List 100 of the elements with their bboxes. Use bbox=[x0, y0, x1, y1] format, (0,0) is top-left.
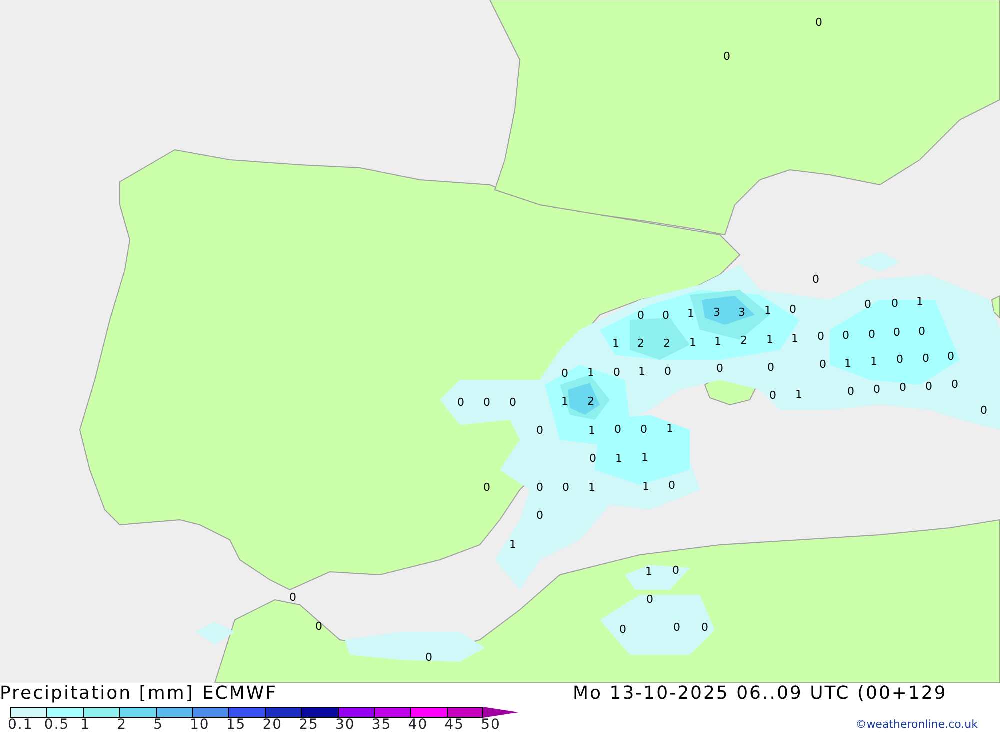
value-label: 0 bbox=[316, 620, 322, 633]
scale-label: 1 bbox=[80, 718, 92, 733]
land-area bbox=[991, 295, 1000, 320]
value-label: 1 bbox=[588, 366, 594, 379]
scale-label: 15 bbox=[226, 718, 248, 733]
value-label: 1 bbox=[616, 452, 622, 465]
value-label: 0 bbox=[426, 651, 432, 664]
value-label: 0 bbox=[458, 396, 464, 409]
value-label: 2 bbox=[588, 395, 594, 408]
copyright-link[interactable]: ©weatheronline.co.uk bbox=[856, 716, 978, 733]
value-label: 0 bbox=[842, 329, 850, 342]
value-label: 1 bbox=[562, 395, 568, 408]
scale-label: 50 bbox=[481, 718, 502, 733]
forecast-time: Mo 13-10-2025 06..09 UTC (00+129 bbox=[573, 683, 948, 705]
value-label: 0 bbox=[864, 298, 872, 311]
value-label: 0 bbox=[614, 423, 622, 436]
value-label: 0 bbox=[948, 350, 954, 363]
value-label: 0 bbox=[790, 303, 796, 316]
value-label: 0 bbox=[812, 273, 820, 286]
value-label: 0 bbox=[662, 309, 670, 322]
value-label: 0 bbox=[980, 404, 988, 417]
value-label: 1 bbox=[510, 538, 516, 551]
value-label: 0 bbox=[562, 481, 570, 494]
value-label: 2 bbox=[664, 337, 670, 350]
scale-label: 25 bbox=[299, 718, 320, 733]
value-label: 0 bbox=[590, 452, 596, 465]
value-label: 1 bbox=[690, 336, 696, 349]
scale-label: 20 bbox=[262, 718, 284, 733]
value-label: 1 bbox=[764, 304, 772, 317]
precipitation-area bbox=[630, 318, 690, 360]
value-label: 1 bbox=[666, 422, 674, 435]
value-label: 0 bbox=[892, 297, 898, 310]
scale-label: 5 bbox=[154, 718, 164, 733]
value-label: 1 bbox=[796, 388, 802, 401]
value-label: 0 bbox=[646, 593, 654, 606]
value-label: 0 bbox=[702, 621, 708, 634]
value-label: 0 bbox=[922, 352, 930, 365]
value-label: 0 bbox=[770, 389, 776, 402]
scale-label: 45 bbox=[444, 718, 466, 733]
value-label: 3 bbox=[714, 306, 720, 319]
value-label: 0 bbox=[620, 623, 626, 636]
value-label: 0 bbox=[638, 309, 644, 322]
value-label: 0 bbox=[536, 509, 544, 522]
value-label: 0 bbox=[484, 396, 490, 409]
value-label: 0 bbox=[874, 383, 880, 396]
scale-label: 0.5 bbox=[44, 718, 71, 733]
scale-label: 35 bbox=[372, 718, 393, 733]
value-label: 0 bbox=[536, 481, 544, 494]
scale-label: 0.1 bbox=[8, 718, 34, 733]
value-label: 1 bbox=[916, 295, 924, 308]
value-label: 1 bbox=[766, 333, 774, 346]
value-label: 1 bbox=[870, 355, 878, 368]
value-label: 0 bbox=[290, 591, 296, 604]
precipitation-area bbox=[855, 252, 900, 272]
value-label: 1 bbox=[646, 565, 652, 578]
value-label: 0 bbox=[820, 358, 826, 371]
value-label: 1 bbox=[688, 307, 694, 320]
value-label: 1 bbox=[792, 332, 798, 345]
precipitation-area bbox=[195, 622, 235, 645]
value-label: 0 bbox=[926, 380, 932, 393]
legend-title: Precipitation [mm] bbox=[0, 683, 194, 705]
precipitation-area bbox=[702, 296, 755, 325]
value-label: 1 bbox=[844, 357, 852, 370]
scale-label: 2 bbox=[117, 718, 128, 733]
value-label: 1 bbox=[588, 481, 596, 494]
value-label: 0 bbox=[894, 326, 900, 339]
model-name: ECMWF bbox=[202, 683, 278, 705]
value-label: 0 bbox=[674, 621, 680, 634]
value-label: 0 bbox=[672, 564, 680, 577]
value-label: 0 bbox=[724, 50, 730, 63]
scale-label: 30 bbox=[336, 718, 356, 733]
value-label: 0 bbox=[896, 353, 904, 366]
value-label: 0 bbox=[918, 325, 926, 338]
value-label: 1 bbox=[638, 365, 646, 378]
value-label: 2 bbox=[740, 334, 748, 347]
value-label: 0 bbox=[952, 378, 958, 391]
scale-label: 40 bbox=[408, 718, 430, 733]
value-label: 0 bbox=[484, 481, 490, 494]
value-label: 0 bbox=[816, 16, 822, 29]
value-label: 1 bbox=[612, 337, 620, 350]
precipitation-area bbox=[625, 565, 690, 590]
value-label: 0 bbox=[664, 365, 672, 378]
value-label: 0 bbox=[868, 328, 876, 341]
value-label: 0 bbox=[716, 362, 724, 375]
value-label: 0 bbox=[536, 424, 544, 437]
value-label: 0 bbox=[640, 423, 648, 436]
value-label: 0 bbox=[614, 366, 620, 379]
value-label: 3 bbox=[738, 306, 746, 319]
value-label: 1 bbox=[642, 480, 650, 493]
scale-label: 10 bbox=[190, 718, 211, 733]
value-label: 0 bbox=[848, 385, 854, 398]
value-label: 0 bbox=[510, 396, 516, 409]
value-label: 1 bbox=[714, 335, 722, 348]
value-label: 1 bbox=[588, 424, 596, 437]
value-label: 2 bbox=[638, 337, 644, 350]
value-label: 1 bbox=[642, 451, 648, 464]
value-label: 0 bbox=[768, 361, 774, 374]
value-label: 0 bbox=[900, 381, 906, 394]
value-label: 0 bbox=[668, 479, 676, 492]
value-label: 0 bbox=[818, 330, 824, 343]
